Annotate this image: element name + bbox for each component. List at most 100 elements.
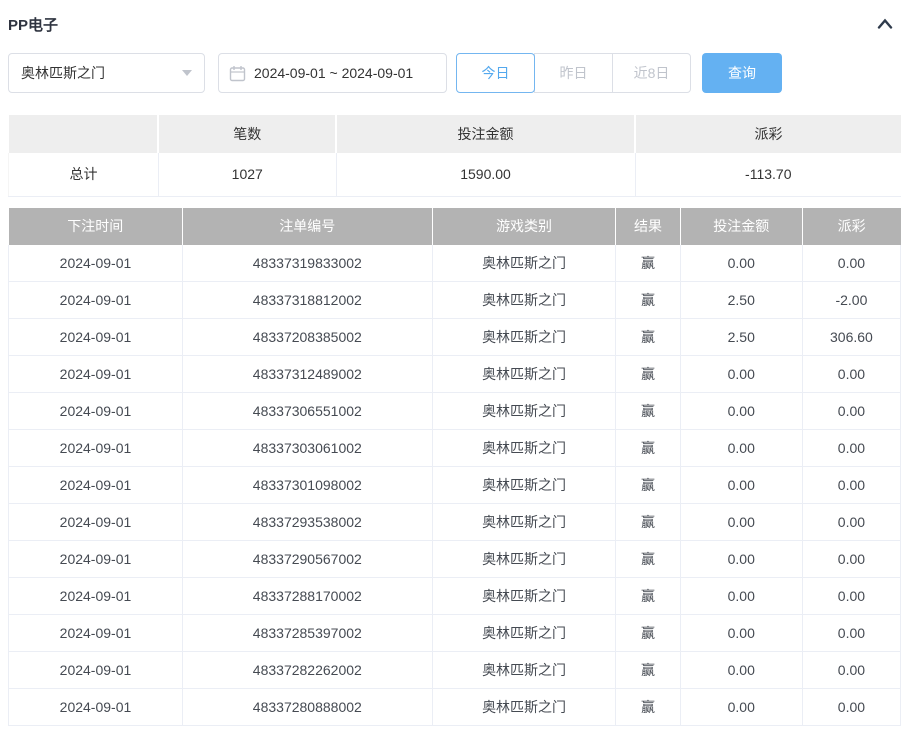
cell-bet-time: 2024-09-01: [8, 503, 183, 541]
cell-result: 赢: [615, 318, 681, 356]
cell-bet-time: 2024-09-01: [8, 540, 183, 578]
summary-payout-value: -113.70: [635, 153, 901, 197]
cell-payout: 306.60: [802, 318, 902, 356]
quick-range-group: 今日 昨日 近8日: [456, 53, 691, 93]
cell-bet-time: 2024-09-01: [8, 355, 183, 393]
cell-result: 赢: [615, 244, 681, 282]
cell-result: 赢: [615, 688, 681, 726]
cell-payout: 0.00: [802, 355, 902, 393]
summary-col-payout: 派彩: [635, 115, 901, 153]
cell-game-type: 奥林匹斯之门: [432, 577, 617, 615]
cell-game-type: 奥林匹斯之门: [432, 540, 617, 578]
cell-bet-amount: 0.00: [680, 392, 803, 430]
cell-bet-time: 2024-09-01: [8, 577, 183, 615]
summary-header-row: 笔数 投注金额 派彩: [8, 115, 901, 153]
last-8-days-button[interactable]: 近8日: [612, 53, 691, 93]
cell-bet-id: 48337312489002: [182, 355, 433, 393]
table-row: 2024-09-01 48337290567002 奥林匹斯之门赢 0.00 0.00: [8, 540, 902, 578]
cell-result: 赢: [615, 577, 681, 615]
summary-col-empty: [8, 115, 160, 153]
cell-bet-id: 48337301098002: [182, 466, 433, 504]
cell-result: 赢: [615, 355, 681, 393]
table-row: 2024-09-01 48337306551002 奥林匹斯之门赢 0.00 0.00: [8, 392, 902, 430]
cell-game-type: 奥林匹斯之门: [432, 318, 617, 356]
cell-bet-time: 2024-09-01: [8, 318, 183, 356]
cell-bet-id: 48337306551002: [182, 392, 433, 430]
cell-bet-id: 48337288170002: [182, 577, 433, 615]
search-button[interactable]: 查询: [702, 53, 782, 93]
cell-bet-amount: 0.00: [680, 651, 803, 689]
cell-game-type: 奥林匹斯之门: [432, 355, 617, 393]
cell-bet-amount: 0.00: [680, 503, 803, 541]
game-select[interactable]: 奥林匹斯之门: [8, 53, 205, 93]
table-row: 2024-09-01 48337282262002 奥林匹斯之门赢 0.00 0.00: [8, 651, 902, 689]
panel-title: PP电子: [8, 16, 59, 34]
table-row: 2024-09-01 48337303061002 奥林匹斯之门赢 0.00 0.00: [8, 429, 902, 467]
table-row: 2024-09-01 48337293538002 奥林匹斯之门赢 0.00 0.00: [8, 503, 902, 541]
col-bet-id: 注单编号: [182, 207, 433, 245]
cell-bet-id: 48337319833002: [182, 244, 433, 282]
cell-payout: 0.00: [802, 688, 902, 726]
table-row: 2024-09-01 48337301098002 奥林匹斯之门赢 0.00 0.00: [8, 466, 902, 504]
cell-bet-time: 2024-09-01: [8, 614, 183, 652]
cell-bet-time: 2024-09-01: [8, 392, 183, 430]
col-bet-amount: 投注金额: [680, 207, 803, 245]
table-row: 2024-09-01 48337288170002 奥林匹斯之门赢 0.00 0.00: [8, 577, 902, 615]
cell-result: 赢: [615, 614, 681, 652]
cell-result: 赢: [615, 429, 681, 467]
cell-bet-amount: 0.00: [680, 614, 803, 652]
cell-bet-time: 2024-09-01: [8, 466, 183, 504]
cell-payout: 0.00: [802, 244, 902, 282]
bet-table: 下注时间 注单编号 游戏类别 结果 投注金额 派彩 2024-09-01 4833…: [8, 207, 902, 726]
bet-table-header-row: 下注时间 注单编号 游戏类别 结果 投注金额 派彩: [8, 207, 901, 245]
table-row: 2024-09-01 48337312489002 奥林匹斯之门赢 0.00 0.00: [8, 355, 902, 393]
col-bet-time: 下注时间: [8, 207, 183, 245]
cell-result: 赢: [615, 540, 681, 578]
cell-bet-time: 2024-09-01: [8, 281, 183, 319]
cell-game-type: 奥林匹斯之门: [432, 281, 617, 319]
date-range-input[interactable]: 2024-09-01 ~ 2024-09-01: [218, 53, 447, 93]
summary-col-bet-amount: 投注金额: [336, 115, 637, 153]
cell-bet-id: 48337290567002: [182, 540, 433, 578]
table-row: 2024-09-01 48337208385002 奥林匹斯之门赢 2.50 306.6…: [8, 318, 902, 356]
pp-electronic-panel: PP电子 奥林匹斯之门 2024-09-01 ~ 2024-09-01 今日 昨…: [0, 0, 909, 726]
cell-game-type: 奥林匹斯之门: [432, 466, 617, 504]
collapse-chevron-up-icon[interactable]: [875, 15, 895, 33]
cell-game-type: 奥林匹斯之门: [432, 688, 617, 726]
cell-result: 赢: [615, 392, 681, 430]
cell-bet-id: 48337280888002: [182, 688, 433, 726]
summary-bet-amount-value: 1590.00: [336, 153, 636, 197]
cell-game-type: 奥林匹斯之门: [432, 429, 617, 467]
yesterday-button[interactable]: 昨日: [534, 53, 613, 93]
cell-game-type: 奥林匹斯之门: [432, 392, 617, 430]
date-range-value: 2024-09-01 ~ 2024-09-01: [254, 65, 414, 81]
cell-payout: 0.00: [802, 577, 902, 615]
cell-payout: 0.00: [802, 392, 902, 430]
cell-bet-id: 48337285397002: [182, 614, 433, 652]
cell-payout: 0.00: [802, 503, 902, 541]
cell-bet-time: 2024-09-01: [8, 651, 183, 689]
cell-bet-amount: 0.00: [680, 244, 803, 282]
chevron-down-icon: [182, 70, 192, 76]
cell-payout: 0.00: [802, 651, 902, 689]
cell-game-type: 奥林匹斯之门: [432, 503, 617, 541]
cell-bet-time: 2024-09-01: [8, 244, 183, 282]
cell-bet-id: 48337303061002: [182, 429, 433, 467]
cell-payout: 0.00: [802, 466, 902, 504]
cell-bet-time: 2024-09-01: [8, 429, 183, 467]
cell-bet-time: 2024-09-01: [8, 688, 183, 726]
cell-game-type: 奥林匹斯之门: [432, 651, 617, 689]
col-payout: 派彩: [802, 207, 901, 245]
cell-bet-amount: 0.00: [680, 577, 803, 615]
cell-bet-id: 48337208385002: [182, 318, 433, 356]
summary-table: 笔数 投注金额 派彩 总计 1027 1590.00 -113.70: [8, 115, 901, 197]
today-button[interactable]: 今日: [456, 53, 535, 93]
table-row: 2024-09-01 48337318812002 奥林匹斯之门赢 2.50 -2.00: [8, 281, 902, 319]
cell-game-type: 奥林匹斯之门: [432, 614, 617, 652]
panel-header: PP电子: [8, 14, 901, 34]
cell-game-type: 奥林匹斯之门: [432, 244, 617, 282]
cell-bet-amount: 2.50: [680, 318, 803, 356]
calendar-icon: [229, 65, 246, 82]
summary-count-value: 1027: [158, 153, 337, 197]
table-row: 2024-09-01 48337319833002 奥林匹斯之门赢 0.00 0.00: [8, 244, 902, 282]
